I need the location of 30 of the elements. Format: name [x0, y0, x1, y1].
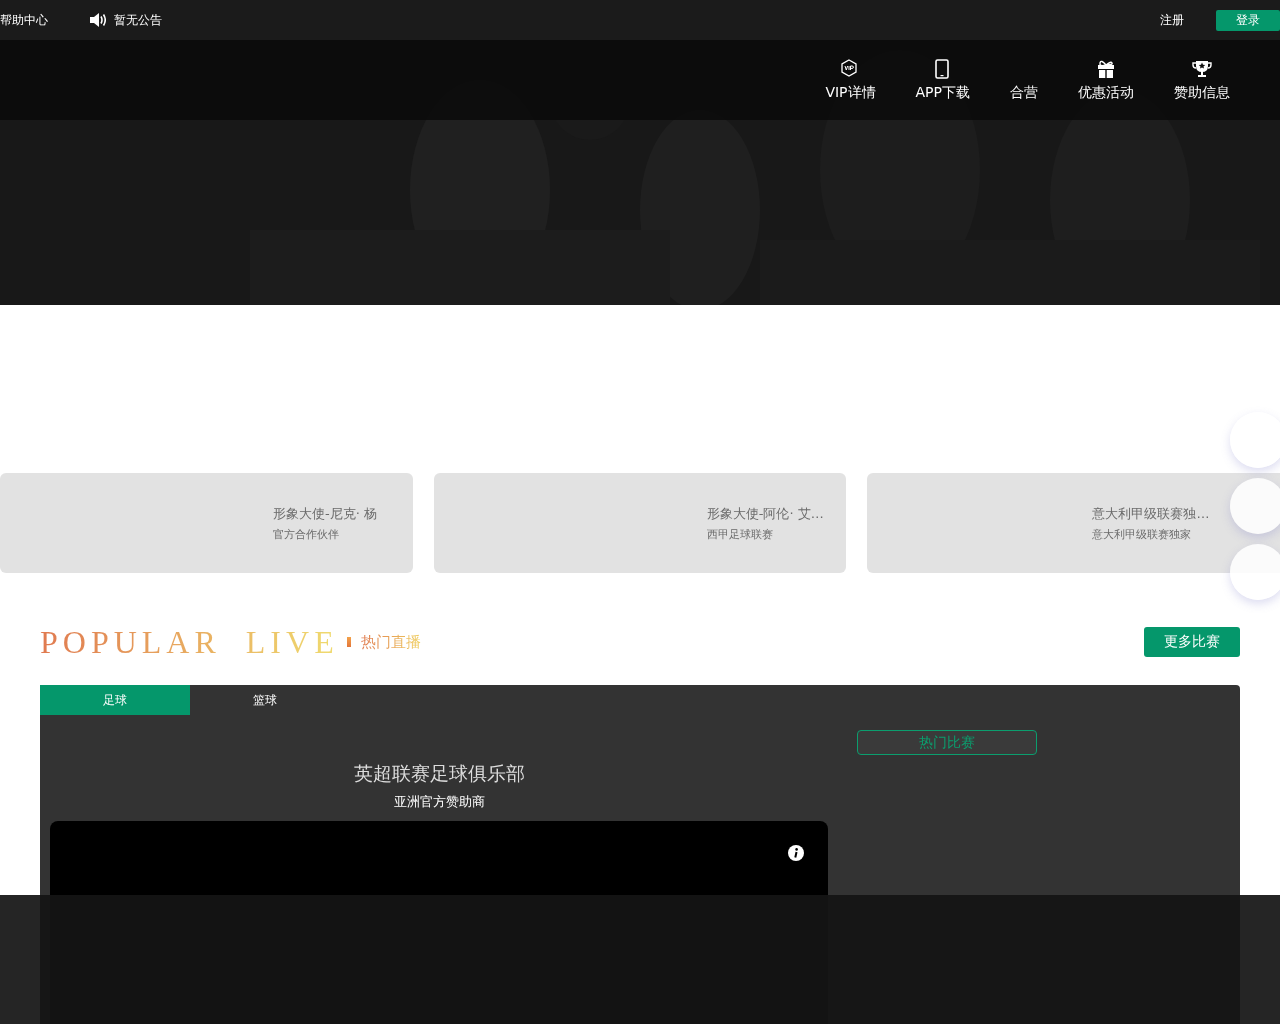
floating-button[interactable]	[1230, 544, 1280, 600]
nav-item[interactable]: APP下载	[895, 58, 990, 102]
card-subtitle: 意大利甲级联赛独家	[1092, 526, 1193, 542]
card-subtitle: 官方合作伙伴	[273, 526, 340, 542]
trophy-icon	[1192, 59, 1212, 79]
notice-text: 暂无公告	[114, 11, 162, 29]
login-button[interactable]: 登录	[1216, 9, 1280, 31]
section-subtitle: 热门直播	[360, 632, 421, 652]
promo-card[interactable]: 意大利甲级联赛独… 意大利甲级联赛独家	[867, 473, 1280, 573]
sport-tab[interactable]: 足球	[40, 685, 190, 715]
info-icon	[788, 845, 804, 861]
promo-card[interactable]: 形象大使-阿伦· 艾… 西甲足球联赛	[433, 473, 847, 573]
more-matches-button[interactable]: 更多比赛	[1144, 627, 1240, 657]
floating-button[interactable]	[1230, 412, 1280, 468]
card-title: 形象大使-尼克· 杨	[273, 504, 378, 523]
card-title: 形象大使-阿伦· 艾…	[706, 504, 825, 523]
sport-tab[interactable]: 篮球	[190, 685, 340, 715]
subheadline: 亚洲官方赞助商	[393, 793, 485, 811]
promo-card[interactable]: 形象大使-尼克· 杨 官方合作伙伴	[0, 473, 413, 573]
speaker-icon	[88, 11, 106, 29]
nav-item[interactable]: 合营	[990, 58, 1058, 102]
nav-item[interactable]: 赞助信息	[1154, 58, 1250, 102]
gift-icon	[1096, 59, 1116, 79]
help-center-link[interactable]: 帮助中心	[0, 11, 48, 29]
card-subtitle: 西甲足球联赛	[706, 526, 774, 542]
register-link[interactable]: 注册	[1160, 11, 1184, 29]
nav-item[interactable]: 优惠活动	[1058, 58, 1154, 102]
card-title: 意大利甲级联赛独…	[1092, 504, 1211, 523]
headline: 英超联赛足球俱乐部	[353, 761, 525, 786]
nav-item[interactable]: VIP详情	[805, 58, 896, 102]
